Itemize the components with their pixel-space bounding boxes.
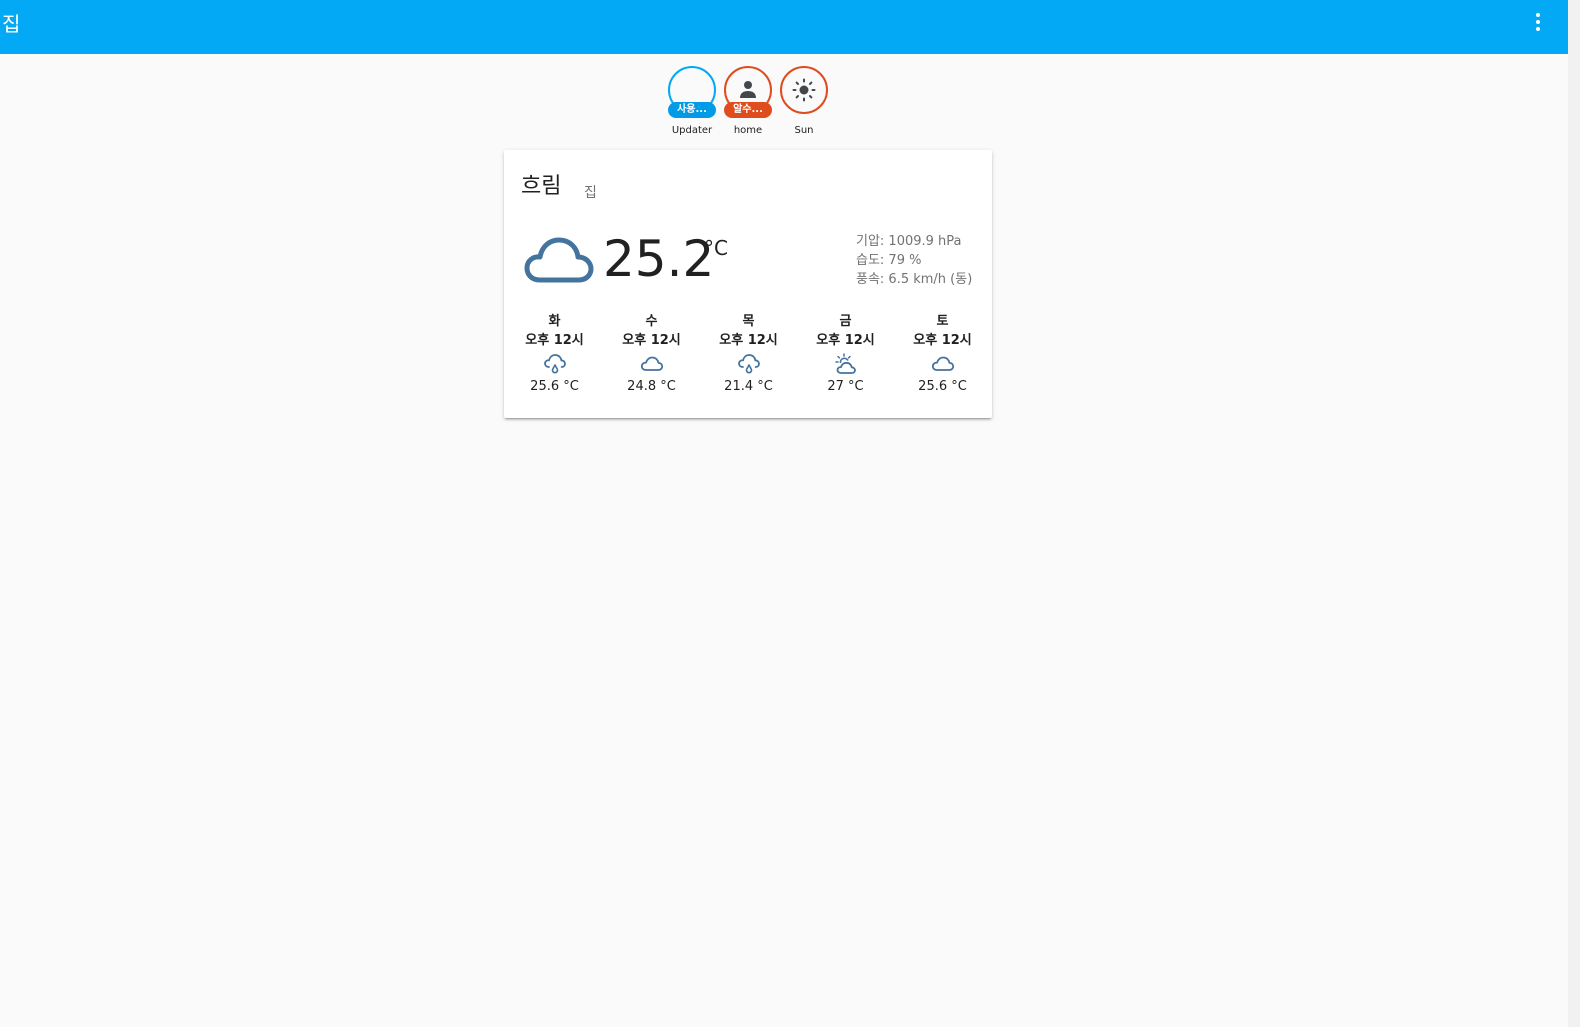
dots-vertical-icon <box>1536 13 1540 31</box>
weather-location: 집 <box>584 185 597 201</box>
person-icon <box>740 81 756 98</box>
forecast-temperature: 21.4 °C <box>724 379 773 394</box>
forecast-time: 오후 12시 <box>525 333 584 348</box>
partly-cloudy-icon <box>834 353 856 374</box>
badge-name: Updater <box>671 125 713 136</box>
badge-name: Sun <box>794 125 814 136</box>
forecast-temperature: 25.6 °C <box>530 379 579 394</box>
badge-state-label: 사용... <box>668 102 716 118</box>
weather-condition: 흐림 <box>521 174 562 199</box>
current-temperature: 25.2 <box>603 230 715 288</box>
cloud-icon <box>931 356 954 371</box>
badge-state-label: 알수... <box>724 102 772 118</box>
forecast-weekday: 수 <box>645 314 658 329</box>
weather-attributes: 기압: 1009.9 hPa 습도: 79 % 풍속: 6.5 km/h (동) <box>856 232 972 289</box>
sun-icon <box>792 78 816 102</box>
forecast-day: 화 오후 12시 25.6 °C <box>506 312 603 396</box>
humidity-value: 습도: 79 % <box>856 253 922 268</box>
app-header: 집 <box>0 0 1568 54</box>
wind-value: 풍속: 6.5 km/h (동) <box>856 272 973 287</box>
rain-cloud-icon <box>543 354 566 374</box>
overflow-menu-button[interactable] <box>1526 10 1550 34</box>
weather-card[interactable]: 흐림 집 25.2 °C 기압: 1009.9 hPa 습도: 79 % 풍속:… <box>504 150 992 418</box>
scrollbar[interactable] <box>1568 0 1580 1027</box>
forecast-time: 오후 12시 <box>913 333 972 348</box>
forecast-time: 오후 12시 <box>719 333 778 348</box>
forecast-time: 오후 12시 <box>622 333 681 348</box>
forecast-day: 토 오후 12시 25.6 °C <box>894 312 991 396</box>
forecast-temperature: 24.8 °C <box>627 379 676 394</box>
page-title: 집 <box>2 12 21 36</box>
forecast-weekday: 화 <box>548 314 561 329</box>
pressure-value: 기압: 1009.9 hPa <box>856 234 962 249</box>
rain-cloud-icon <box>737 354 760 374</box>
forecast-day: 금 오후 12시 27 °C <box>797 312 894 396</box>
forecast-weekday: 목 <box>742 314 755 329</box>
forecast-time: 오후 12시 <box>816 333 875 348</box>
cloud-icon <box>640 356 663 371</box>
forecast-weekday: 금 <box>839 314 852 329</box>
temperature-unit: °C <box>704 236 728 260</box>
forecast-weekday: 토 <box>936 314 949 329</box>
cloud-icon <box>524 237 594 283</box>
forecast-temperature: 25.6 °C <box>918 379 967 394</box>
badge-name: home <box>733 125 763 136</box>
forecast-day: 목 오후 12시 21.4 °C <box>700 312 797 396</box>
forecast-temperature: 27 °C <box>827 379 864 394</box>
forecast-day: 수 오후 12시 24.8 °C <box>603 312 700 396</box>
